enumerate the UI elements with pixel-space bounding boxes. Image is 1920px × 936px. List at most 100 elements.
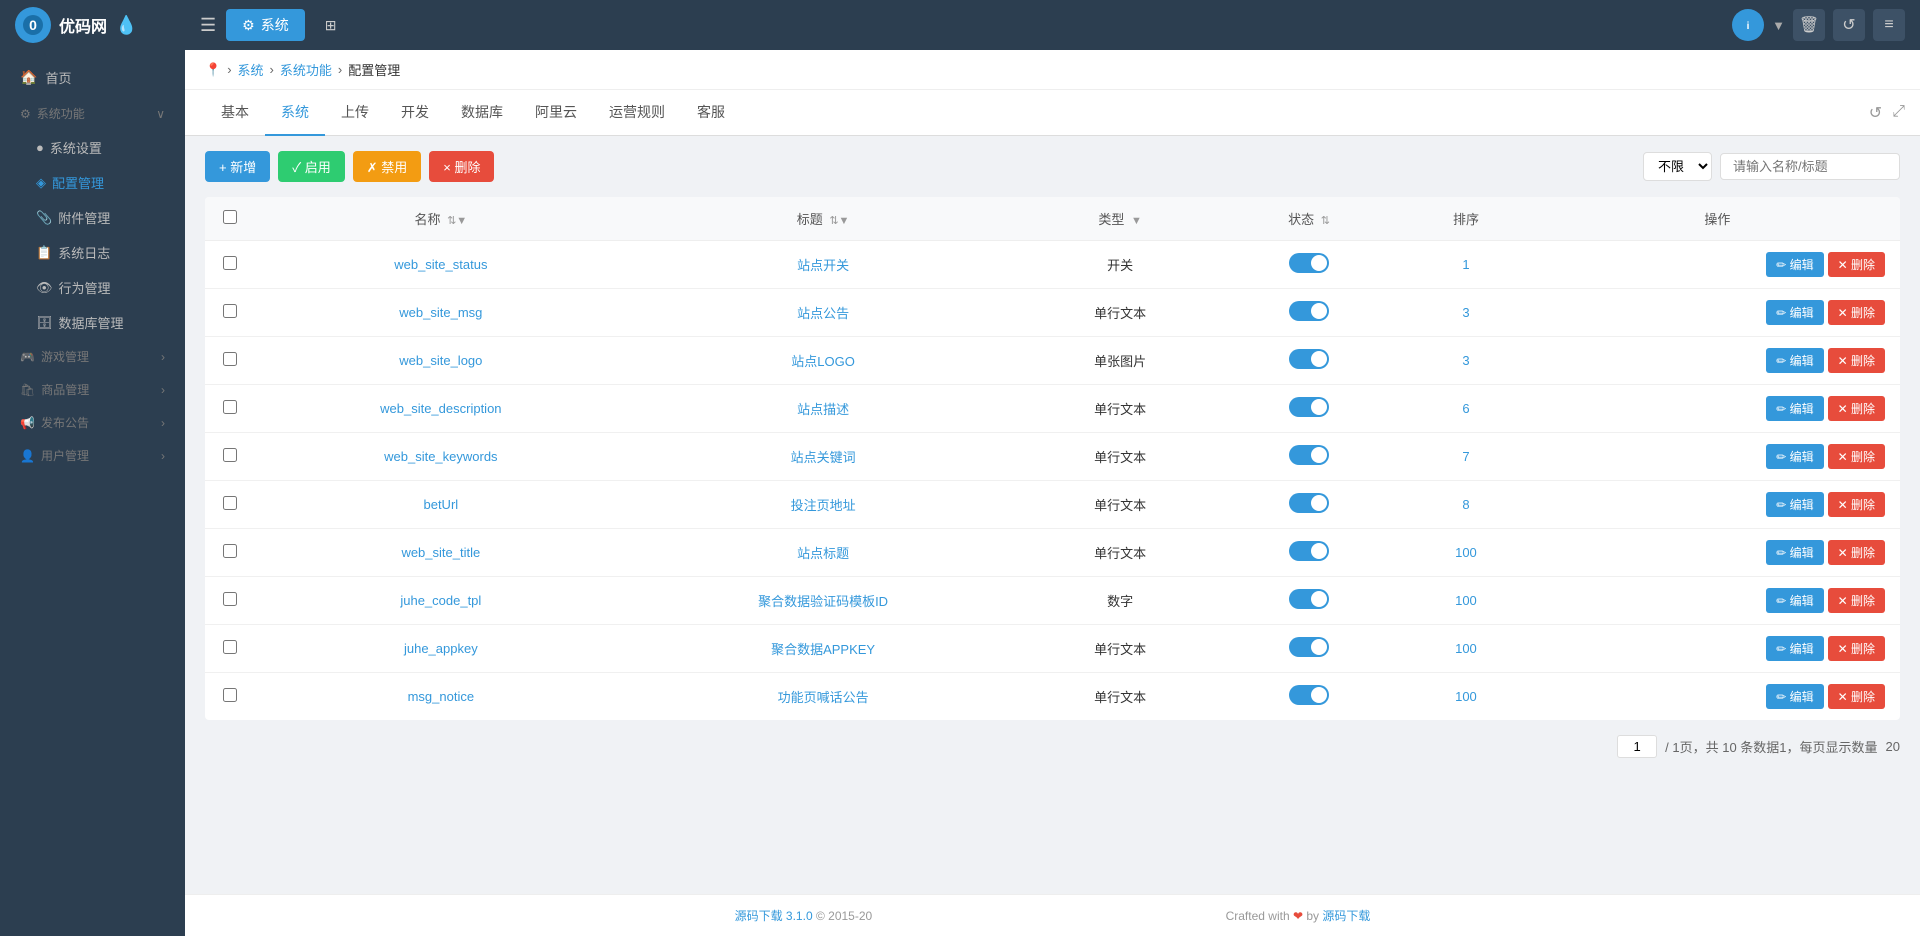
- status-filter[interactable]: 不限 启用 禁用: [1643, 152, 1712, 181]
- row-sort-link[interactable]: 8: [1462, 497, 1469, 512]
- sidebar-item-database[interactable]: 🗄 数据库管理: [0, 305, 185, 340]
- delete-row-button[interactable]: ✕ 删除: [1828, 300, 1885, 325]
- row-sort-link[interactable]: 6: [1462, 401, 1469, 416]
- fullscreen-icon[interactable]: ⤢: [1892, 103, 1905, 123]
- trash-button[interactable]: 🗑: [1793, 9, 1825, 41]
- edit-button[interactable]: ✏ 编辑: [1766, 396, 1823, 421]
- row-checkbox[interactable]: [223, 688, 237, 702]
- row-name-link[interactable]: juhe_code_tpl: [400, 593, 481, 608]
- sidebar-item-syslog[interactable]: 📋 系统日志: [0, 235, 185, 270]
- delete-button[interactable]: × 删除: [429, 151, 494, 182]
- delete-row-button[interactable]: ✕ 删除: [1828, 684, 1885, 709]
- delete-row-button[interactable]: ✕ 删除: [1828, 636, 1885, 661]
- edit-button[interactable]: ✏ 编辑: [1766, 492, 1823, 517]
- edit-button[interactable]: ✏ 编辑: [1766, 588, 1823, 613]
- toggle-status[interactable]: [1289, 589, 1329, 609]
- avatar-dropdown-icon[interactable]: ▼: [1772, 18, 1785, 33]
- tab-customer[interactable]: 客服: [681, 90, 741, 136]
- row-sort-link[interactable]: 100: [1455, 641, 1477, 656]
- refresh-button[interactable]: ↺: [1833, 9, 1865, 41]
- row-title-link[interactable]: 站点关键词: [791, 450, 856, 465]
- menu-button[interactable]: ≡: [1873, 9, 1905, 41]
- row-checkbox[interactable]: [223, 544, 237, 558]
- row-checkbox[interactable]: [223, 400, 237, 414]
- toggle-status[interactable]: [1289, 445, 1329, 465]
- toggle-status[interactable]: [1289, 301, 1329, 321]
- footer-link[interactable]: 源码下载 3.1.0: [735, 909, 813, 923]
- sidebar-item-users[interactable]: 👤 用户管理 ›: [0, 439, 185, 472]
- tab-upload[interactable]: 上传: [325, 90, 385, 136]
- toggle-status[interactable]: [1289, 637, 1329, 657]
- sidebar-item-system-settings[interactable]: ● 系统设置: [0, 130, 185, 165]
- breadcrumb-system-func[interactable]: 系统功能: [280, 60, 332, 79]
- row-checkbox[interactable]: [223, 496, 237, 510]
- delete-row-button[interactable]: ✕ 删除: [1828, 588, 1885, 613]
- row-name-link[interactable]: web_site_msg: [399, 305, 482, 320]
- row-title-link[interactable]: 功能页喊话公告: [778, 690, 869, 705]
- edit-button[interactable]: ✏ 编辑: [1766, 300, 1823, 325]
- toggle-status[interactable]: [1289, 541, 1329, 561]
- tab-basic[interactable]: 基本: [205, 90, 265, 136]
- row-title-link[interactable]: 投注页地址: [791, 498, 856, 513]
- delete-row-button[interactable]: ✕ 删除: [1828, 444, 1885, 469]
- row-sort-link[interactable]: 100: [1455, 545, 1477, 560]
- sidebar-item-announcement[interactable]: 📢 发布公告 ›: [0, 406, 185, 439]
- row-sort-link[interactable]: 1: [1462, 257, 1469, 272]
- toggle-status[interactable]: [1289, 685, 1329, 705]
- row-title-link[interactable]: 站点标题: [797, 546, 849, 561]
- sidebar-item-goods[interactable]: 🛍 商品管理 ›: [0, 373, 185, 406]
- toggle-status[interactable]: [1289, 349, 1329, 369]
- disable-button[interactable]: ✗ 禁用: [353, 151, 422, 182]
- footer-source-link[interactable]: 源码下载: [1322, 909, 1370, 923]
- row-title-link[interactable]: 聚合数据APPKEY: [771, 642, 875, 657]
- row-checkbox[interactable]: [223, 640, 237, 654]
- row-sort-link[interactable]: 3: [1462, 305, 1469, 320]
- row-sort-link[interactable]: 3: [1462, 353, 1469, 368]
- row-sort-link[interactable]: 100: [1455, 593, 1477, 608]
- row-name-link[interactable]: web_site_description: [380, 401, 501, 416]
- row-name-link[interactable]: juhe_appkey: [404, 641, 478, 656]
- delete-row-button[interactable]: ✕ 删除: [1828, 252, 1885, 277]
- sidebar-item-game[interactable]: 🎮 游戏管理 ›: [0, 340, 185, 373]
- add-button[interactable]: + 新增: [205, 151, 270, 182]
- row-checkbox[interactable]: [223, 352, 237, 366]
- tab-operation[interactable]: 运营规则: [593, 90, 681, 136]
- row-name-link[interactable]: web_site_logo: [399, 353, 482, 368]
- row-name-link[interactable]: web_site_title: [401, 545, 480, 560]
- row-name-link[interactable]: web_site_keywords: [384, 449, 497, 464]
- delete-row-button[interactable]: ✕ 删除: [1828, 540, 1885, 565]
- row-title-link[interactable]: 聚合数据验证码模板ID: [758, 594, 888, 609]
- row-checkbox[interactable]: [223, 592, 237, 606]
- row-title-link[interactable]: 站点公告: [797, 306, 849, 321]
- delete-row-button[interactable]: ✕ 删除: [1828, 348, 1885, 373]
- edit-button[interactable]: ✏ 编辑: [1766, 636, 1823, 661]
- tab-dev[interactable]: 开发: [385, 90, 445, 136]
- avatar-button[interactable]: i: [1732, 9, 1764, 41]
- breadcrumb-system[interactable]: 系统: [238, 60, 264, 79]
- row-title-link[interactable]: 站点描述: [797, 402, 849, 417]
- edit-button[interactable]: ✏ 编辑: [1766, 540, 1823, 565]
- row-name-link[interactable]: betUrl: [423, 497, 458, 512]
- delete-row-button[interactable]: ✕ 删除: [1828, 492, 1885, 517]
- row-name-link[interactable]: web_site_status: [394, 257, 487, 272]
- toggle-status[interactable]: [1289, 493, 1329, 513]
- row-checkbox[interactable]: [223, 448, 237, 462]
- row-title-link[interactable]: 站点开关: [797, 258, 849, 273]
- select-all-checkbox[interactable]: [223, 210, 237, 224]
- row-checkbox[interactable]: [223, 256, 237, 270]
- edit-button[interactable]: ✏ 编辑: [1766, 252, 1823, 277]
- sidebar-item-attachment[interactable]: 📎 附件管理: [0, 200, 185, 235]
- toggle-status[interactable]: [1289, 397, 1329, 417]
- delete-row-button[interactable]: ✕ 删除: [1828, 396, 1885, 421]
- hamburger-icon[interactable]: ☰: [200, 15, 216, 36]
- top-nav-system[interactable]: ⚙ 系统: [226, 9, 305, 41]
- edit-button[interactable]: ✏ 编辑: [1766, 348, 1823, 373]
- edit-button[interactable]: ✏ 编辑: [1766, 684, 1823, 709]
- row-title-link[interactable]: 站点LOGO: [791, 354, 855, 369]
- refresh-tab-icon[interactable]: ↺: [1869, 103, 1882, 123]
- page-number-input[interactable]: [1617, 735, 1657, 758]
- search-input[interactable]: [1720, 153, 1900, 180]
- sidebar-item-config-management[interactable]: ◈ 配置管理: [0, 165, 185, 200]
- row-sort-link[interactable]: 7: [1462, 449, 1469, 464]
- row-sort-link[interactable]: 100: [1455, 689, 1477, 704]
